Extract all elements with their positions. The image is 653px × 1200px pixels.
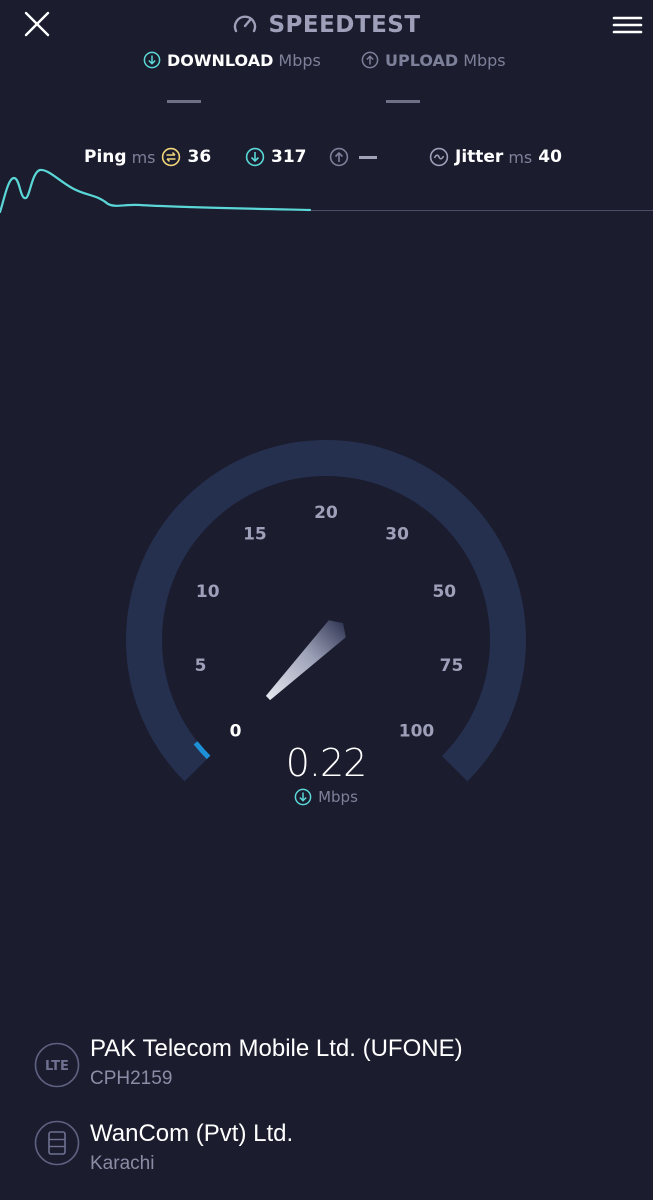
close-button[interactable] [18,8,58,42]
svg-text:LTE: LTE [45,1059,69,1074]
tab-upload-unit: Mbps [463,50,506,70]
speed-graph [0,168,653,214]
tab-upload-label: UPLOAD [385,50,459,70]
current-speed-unit-row: Mbps [226,786,426,808]
tab-download-label: DOWNLOAD [167,50,274,70]
speedometer-icon [234,15,257,33]
upload-arrow-icon [361,51,379,69]
download-unit-icon [294,788,312,806]
gauge-tick-30: 30 [385,525,409,545]
speed-graph-line [0,168,312,214]
current-speed-value: 0.22 [285,741,368,785]
gauge-tick-100: 100 [399,722,435,742]
upload-value-placeholder [386,100,420,103]
download-arrow-icon [143,51,161,69]
gauge-tick-15: 15 [243,525,267,545]
gauge-needle [265,620,346,701]
app-title: SPEEDTEST [268,12,421,38]
tab-download[interactable]: DOWNLOAD Mbps [143,46,321,74]
tab-upload[interactable]: UPLOAD Mbps [361,46,506,74]
gauge-tick-0: 0 [230,722,242,742]
device-name: CPH2159 [90,1068,173,1089]
download-value-placeholder [167,100,201,103]
gauge-tick-75: 75 [440,656,464,676]
gauge-tick-50: 50 [432,582,456,602]
gauge-tick-20: 20 [314,503,338,523]
server-icon[interactable] [34,1120,80,1166]
tab-download-unit: Mbps [278,50,321,70]
close-icon [24,11,50,37]
gauge-tick-5: 5 [195,656,207,676]
menu-button[interactable] [610,12,644,40]
current-speed-unit: Mbps [318,788,358,806]
server-location: Karachi [90,1153,155,1174]
gauge-tick-10: 10 [196,582,220,602]
app-header: SPEEDTEST [0,8,653,42]
hamburger-menu-icon [612,16,643,34]
isp-name: PAK Telecom Mobile Ltd. (UFONE) [90,1035,463,1062]
server-name[interactable]: WanCom (Pvt) Ltd. [90,1120,293,1148]
upload-metric-empty [359,155,377,159]
lte-icon: LTE [34,1042,80,1088]
